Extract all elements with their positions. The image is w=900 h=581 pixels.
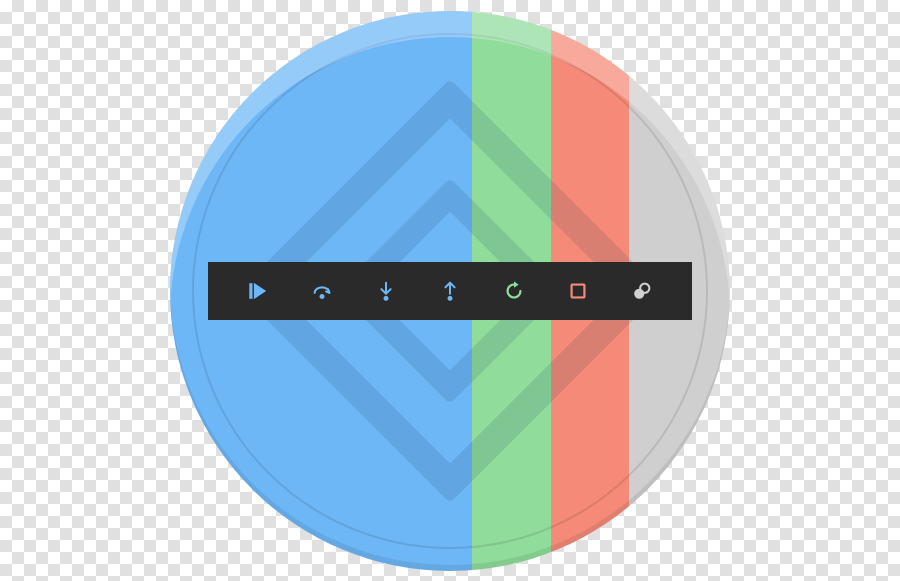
debug-toolbar [208, 262, 692, 320]
restart-button[interactable] [492, 269, 536, 313]
coin-badge [170, 11, 730, 571]
play-bar-icon [247, 280, 269, 302]
step-into-button[interactable] [364, 269, 408, 313]
step-out-icon [439, 280, 461, 302]
step-out-button[interactable] [428, 269, 472, 313]
restart-icon [503, 280, 525, 302]
toggle-icon [631, 280, 653, 302]
stop-icon [567, 280, 589, 302]
step-over-icon [311, 280, 333, 302]
toggle-button[interactable] [620, 269, 664, 313]
step-into-icon [375, 280, 397, 302]
continue-button[interactable] [236, 269, 280, 313]
step-over-button[interactable] [300, 269, 344, 313]
stop-button[interactable] [556, 269, 600, 313]
